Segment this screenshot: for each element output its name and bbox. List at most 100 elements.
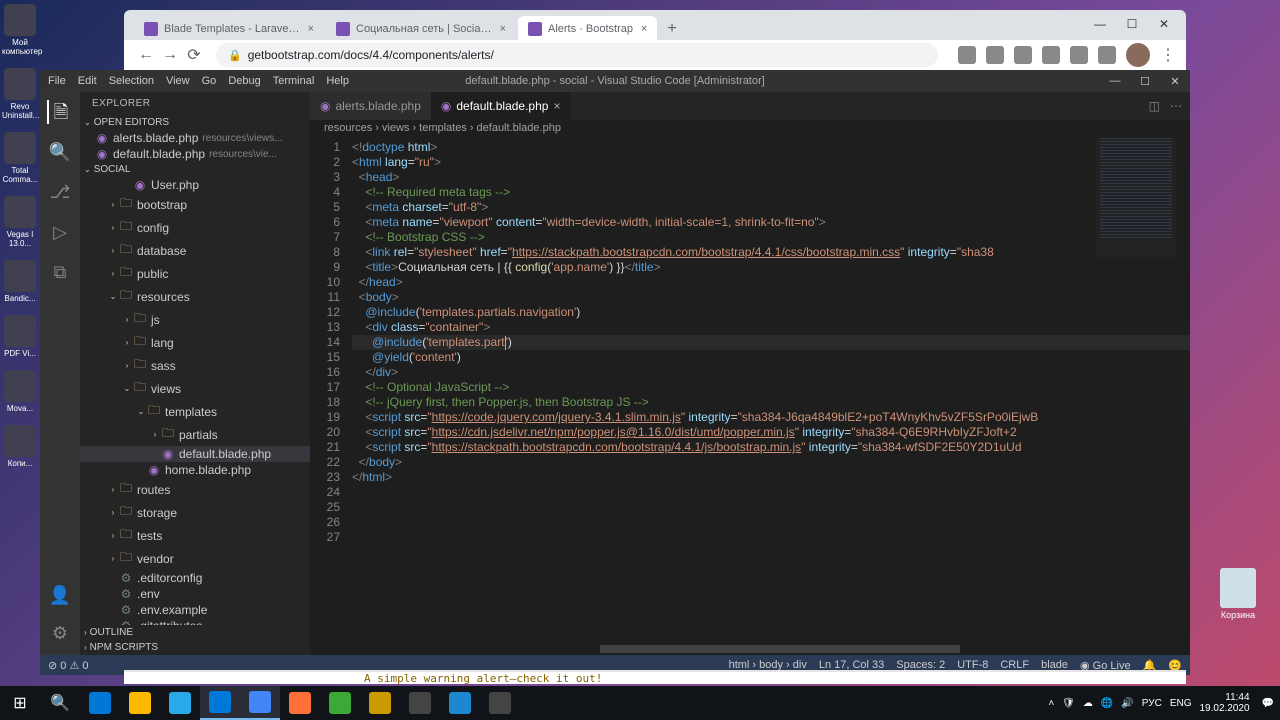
browser-tab[interactable]: Alerts · Bootstrap× — [518, 16, 657, 42]
new-tab-button[interactable]: + — [659, 16, 684, 40]
browser-tab[interactable]: Blade Templates - Laravel - The P× — [134, 16, 324, 42]
breadcrumb[interactable]: resources›views›templates›default.blade.… — [310, 120, 1190, 138]
taskbar-app[interactable] — [440, 686, 480, 720]
tray-icon[interactable]: ☁ — [1083, 698, 1093, 709]
browser-tab[interactable]: Социальная сеть | SocialNetwork× — [326, 16, 516, 42]
tree-item[interactable]: ⚙.editorconfig — [80, 570, 310, 586]
desktop-shortcut[interactable]: Revo Uninstall... — [2, 68, 38, 120]
open-editor-item[interactable]: ◉alerts.blade.phpresources\views... — [80, 130, 310, 146]
extensions-icon[interactable]: ⧉ — [48, 260, 72, 284]
close-tab-icon[interactable]: × — [553, 99, 560, 113]
menu-item[interactable]: View — [166, 75, 190, 87]
ext-icon[interactable] — [1042, 46, 1060, 64]
desktop-shortcut[interactable]: PDF Vi... — [2, 315, 38, 358]
tray-icon[interactable]: 🛡 — [1062, 698, 1075, 709]
menu-item[interactable]: Selection — [109, 75, 154, 87]
start-button[interactable]: ⊞ — [0, 686, 40, 720]
forward-button[interactable]: → — [158, 46, 182, 64]
tree-item[interactable]: ›🗀config — [80, 216, 310, 239]
outline-section[interactable]: ›OUTLINE — [80, 625, 310, 640]
open-editor-item[interactable]: ◉default.blade.phpresources\vie... — [80, 146, 310, 162]
desktop-shortcut[interactable]: Vegas I 13.0... — [2, 196, 38, 248]
minimize-button[interactable]: — — [1084, 14, 1116, 34]
minimap[interactable] — [1096, 138, 1176, 258]
menu-item[interactable]: Help — [326, 75, 349, 87]
taskbar-app[interactable] — [280, 686, 320, 720]
search-button[interactable]: 🔍 — [40, 686, 80, 720]
taskbar-app[interactable] — [160, 686, 200, 720]
menu-item[interactable]: Go — [202, 75, 217, 87]
tray-kb[interactable]: ENG — [1170, 698, 1192, 709]
vs-maximize[interactable]: ☐ — [1130, 75, 1160, 88]
system-tray[interactable]: ˄ 🛡 ☁ 🌐 🔊 РУС ENG 11:4419.02.2020 💬 — [1048, 692, 1280, 714]
back-button[interactable]: ← — [134, 46, 158, 64]
horizontal-scrollbar[interactable] — [310, 645, 1190, 655]
split-icon[interactable]: ◫ — [1149, 99, 1160, 113]
notifications-icon[interactable]: 💬 — [1262, 698, 1274, 709]
code-editor[interactable]: 1234567891011121314151617181920212223242… — [310, 138, 1190, 645]
account-icon[interactable]: 👤 — [48, 583, 72, 607]
recycle-bin[interactable]: Корзина — [1216, 568, 1260, 620]
desktop-shortcut[interactable]: Копи... — [2, 425, 38, 468]
tree-item[interactable]: ◉home.blade.php — [80, 462, 310, 478]
profile-avatar[interactable] — [1126, 43, 1150, 67]
npm-section[interactable]: ›NPM SCRIPTS — [80, 640, 310, 655]
tree-item[interactable]: ›🗀public — [80, 262, 310, 285]
vs-close[interactable]: ✕ — [1160, 75, 1190, 88]
menu-item[interactable]: Edit — [78, 75, 97, 87]
tree-item[interactable]: ⌄🗀resources — [80, 285, 310, 308]
ext-icon[interactable] — [1098, 46, 1116, 64]
desktop-shortcut[interactable]: Total Comma... — [2, 132, 38, 184]
ext-icon[interactable] — [986, 46, 1004, 64]
tree-item[interactable]: ›🗀routes — [80, 478, 310, 501]
tree-item[interactable]: ⌄🗀views — [80, 377, 310, 400]
workspace-section[interactable]: ⌄SOCIAL — [80, 162, 310, 177]
tree-item[interactable]: ◉default.blade.php — [80, 446, 310, 462]
source-control-icon[interactable]: ⎇ — [48, 180, 72, 204]
explorer-icon[interactable]: 🗎 — [47, 100, 71, 124]
taskbar-app[interactable] — [360, 686, 400, 720]
more-icon[interactable]: ⋯ — [1170, 99, 1182, 113]
tree-item[interactable]: ›🗀lang — [80, 331, 310, 354]
desktop-shortcut[interactable]: Мой компьютер — [2, 4, 38, 56]
menu-item[interactable]: Debug — [228, 75, 260, 87]
tree-item[interactable]: ›🗀js — [80, 308, 310, 331]
menu-item[interactable]: Terminal — [273, 75, 315, 87]
chrome-menu[interactable]: ⋮ — [1160, 45, 1176, 65]
desktop-shortcut[interactable]: Bandic... — [2, 260, 38, 303]
close-tab-icon[interactable]: × — [308, 23, 314, 35]
tree-item[interactable]: ›🗀sass — [80, 354, 310, 377]
status-item[interactable]: ⊘ 0 ⚠ 0 — [48, 659, 88, 672]
taskbar-chrome[interactable] — [240, 686, 280, 720]
tree-item[interactable]: ⚙.env — [80, 586, 310, 602]
tray-lang[interactable]: РУС — [1142, 698, 1162, 709]
close-tab-icon[interactable]: × — [641, 23, 647, 35]
taskbar-app[interactable] — [320, 686, 360, 720]
tree-item[interactable]: ›🗀tests — [80, 524, 310, 547]
ext-icon[interactable] — [1014, 46, 1032, 64]
tray-chevron-icon[interactable]: ˄ — [1048, 698, 1054, 709]
vs-minimize[interactable]: — — [1100, 75, 1130, 88]
tray-network-icon[interactable]: 🌐 — [1101, 698, 1113, 709]
tree-item[interactable]: ⌄🗀templates — [80, 400, 310, 423]
debug-icon[interactable]: ▷ — [48, 220, 72, 244]
tray-volume-icon[interactable]: 🔊 — [1121, 698, 1133, 709]
tree-item[interactable]: ›🗀storage — [80, 501, 310, 524]
taskbar-app[interactable] — [80, 686, 120, 720]
close-tab-icon[interactable]: × — [500, 23, 506, 35]
close-button[interactable]: ✕ — [1148, 14, 1180, 34]
taskbar-app[interactable] — [120, 686, 160, 720]
open-editors-section[interactable]: ⌄OPEN EDITORS — [80, 115, 310, 130]
menu-item[interactable]: File — [48, 75, 66, 87]
tree-item[interactable]: ⚙.env.example — [80, 602, 310, 618]
ext-icon[interactable] — [958, 46, 976, 64]
editor-tab[interactable]: ◉default.blade.php× — [431, 92, 571, 120]
tree-item[interactable]: ⚙.gitattributes — [80, 618, 310, 625]
settings-icon[interactable]: ⚙ — [48, 621, 72, 645]
editor-tab[interactable]: ◉alerts.blade.php — [310, 92, 431, 120]
tree-item[interactable]: ›🗀vendor — [80, 547, 310, 570]
taskbar-vscode[interactable] — [200, 686, 240, 720]
taskbar-app[interactable] — [480, 686, 520, 720]
tree-item[interactable]: ›🗀bootstrap — [80, 193, 310, 216]
taskbar-app[interactable] — [400, 686, 440, 720]
